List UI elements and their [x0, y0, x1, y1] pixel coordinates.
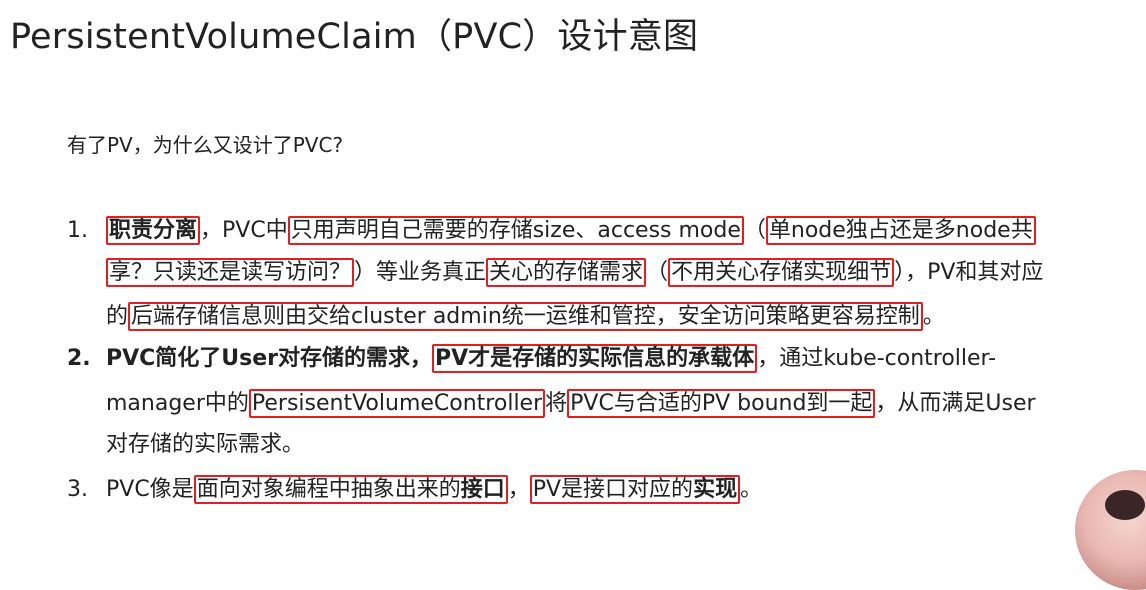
presenter-avatar — [1075, 470, 1146, 590]
highlight-box: PV是接口对应的实现 — [529, 475, 741, 504]
item-2-line-1: PVC简化了User对存储的需求， PV才是存储的实际信息的承载体 ，通过kube-… — [106, 344, 996, 374]
text-span: manager中的 — [106, 391, 249, 416]
text-span: （ — [646, 260, 669, 285]
text-span: 实现 — [693, 477, 738, 502]
highlight-box: 单node独占还是多node共 — [765, 216, 1036, 245]
highlight-box: PersisentVolumeController — [248, 389, 546, 418]
text-span: 面向对象编程中抽象出来的 — [196, 477, 461, 502]
highlight-box: 享？只读还是读写访问？ — [106, 258, 355, 287]
presenter-hair — [1105, 490, 1145, 520]
text-span: PVC像是 — [106, 477, 194, 502]
text-span: 。 — [922, 304, 945, 329]
highlight-box: 只用声明自己需要的存储size、access mode — [287, 216, 744, 245]
text-span: ，PVC中 — [200, 218, 288, 243]
text-span: 将 — [545, 391, 568, 416]
highlight-box: PVC与合适的PV bound到一起 — [567, 389, 876, 418]
text-span: 对存储的实际需求。 — [106, 432, 305, 457]
highlight-box: 不用关心存储实现细节 — [668, 258, 895, 287]
item-1-line-3: 的后端存储信息则由交给cluster admin统一运维和管控，安全访问策略更容… — [106, 302, 945, 332]
text-span: ，从而满足User — [875, 391, 1036, 416]
text-span: （ — [743, 218, 766, 243]
highlight-box: 职责分离 — [106, 216, 201, 245]
text-span: ， — [507, 477, 530, 502]
item-3-number: 3. — [67, 477, 88, 502]
highlight-box: 后端存储信息则由交给cluster admin统一运维和管控，安全访问策略更容易… — [128, 302, 923, 331]
item-2-line-3: 对存储的实际需求。 — [106, 430, 304, 460]
text-span: ），PV和其对应 — [894, 260, 1044, 285]
text-span: 。 — [740, 477, 763, 502]
question-text: 有了PV，为什么又设计了PVC? — [67, 133, 344, 157]
item-1-number: 1. — [67, 218, 88, 243]
highlight-box: 面向对象编程中抽象出来的接口 — [193, 475, 508, 504]
highlight-box: 关心的存储需求 — [486, 258, 647, 287]
text-span: 的 — [106, 304, 129, 329]
item-1-line-2: 享？只读还是读写访问？ ）等业务真正 关心的存储需求（不用关心存储实现细节 ），PV和… — [106, 258, 1043, 288]
highlight-box: PV才是存储的实际信息的承载体 — [432, 344, 758, 373]
text-span: PV是接口对应的 — [532, 477, 694, 502]
page-title: PersistentVolumeClaim（PVC）设计意图 — [10, 17, 699, 57]
item-2-line-2: manager中的 PersisentVolumeController 将 PVC与合… — [106, 389, 1036, 419]
item-3-line-1: PVC像是 面向对象编程中抽象出来的接口， PV是接口对应的实现。 — [106, 475, 762, 505]
text-span: ，通过kube-controller- — [757, 346, 997, 371]
text-span: 接口 — [460, 477, 505, 502]
text-span: PVC简化了User对存储的需求， — [106, 346, 433, 371]
item-2-number: 2. — [67, 346, 91, 371]
item-1-line-1: 职责分离 ，PVC中 只用声明自己需要的存储size、access mode （单no… — [106, 216, 1036, 246]
text-span: ）等业务真正 — [354, 260, 487, 285]
